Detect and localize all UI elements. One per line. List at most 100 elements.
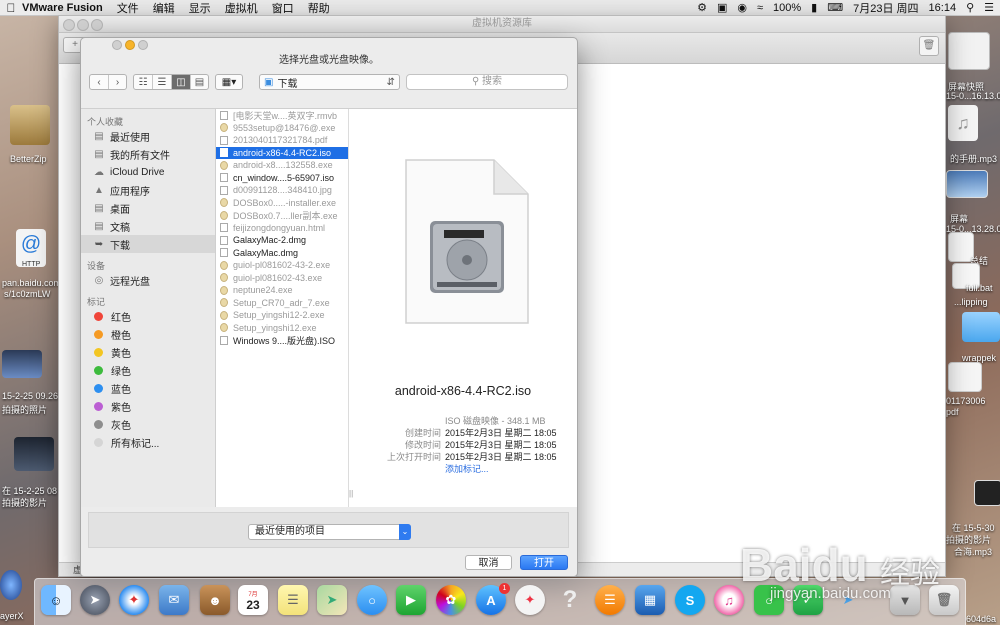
screenshot2-thumbnail-icon[interactable] — [946, 170, 988, 198]
file-row[interactable]: feijizongdongyuan.html — [216, 222, 348, 235]
sidebar-item-tag-gray[interactable]: 灰色 — [81, 415, 215, 433]
ibooks-icon[interactable]: ☰ — [595, 585, 625, 615]
menu-app-name[interactable]: VMware Fusion — [22, 2, 103, 14]
sidebar-item-tag-purple[interactable]: 紫色 — [81, 397, 215, 415]
sidebar-item-all-tags[interactable]: 所有标记... — [81, 433, 215, 451]
sidebar-item-all-files[interactable]: ▤ 我的所有文件 — [81, 145, 215, 163]
file-row[interactable]: guiol-pl081602-43-2.exe — [216, 259, 348, 272]
file-row[interactable]: GalaxyMac-2.dmg — [216, 234, 348, 247]
sidebar-item-recents[interactable]: ▤ 最近使用 — [81, 127, 215, 145]
file-row[interactable]: GalaxyMac.dmg — [216, 247, 348, 260]
back-arrow-icon[interactable]: ‹ — [90, 75, 109, 89]
notes-icon[interactable]: ☰ — [278, 585, 308, 615]
location-popup[interactable]: ▣ 下载 ⇵ — [259, 74, 400, 90]
screen-icon[interactable]: ▣ — [717, 1, 727, 14]
sidebar-item-downloads[interactable]: ➥ 下载 — [81, 235, 215, 253]
cancel-button[interactable]: 取消 — [465, 555, 512, 570]
vmware-status-icon[interactable]: ⚙ — [697, 1, 707, 14]
menu-view[interactable]: 显示 — [189, 0, 211, 16]
spotlight-icon[interactable]: ⚲ — [966, 1, 974, 14]
facetime-icon[interactable]: ▶ — [396, 585, 426, 615]
column-view-icon[interactable]: ◫ — [171, 75, 191, 89]
menu-edit[interactable]: 编辑 — [153, 0, 175, 16]
coverflow-view-icon[interactable]: ▤ — [191, 75, 208, 89]
playerx-icon[interactable] — [0, 570, 22, 600]
list-view-icon[interactable]: ☰ — [153, 75, 172, 89]
movie2-thumbnail-icon[interactable] — [974, 480, 1000, 506]
help-icon[interactable]: ? — [555, 585, 585, 615]
photo-thumbnail-icon[interactable] — [2, 350, 42, 378]
close-icon[interactable] — [112, 40, 122, 50]
movie-thumbnail-icon[interactable] — [14, 437, 54, 471]
file-row[interactable]: Setup_CR70_adr_7.exe — [216, 297, 348, 310]
safari-bird-icon[interactable]: ✦ — [515, 585, 545, 615]
photos-icon[interactable]: ✿ — [436, 585, 466, 615]
sidebar-item-applications[interactable]: ▲ 应用程序 — [81, 181, 215, 199]
folder-icon[interactable] — [962, 312, 1000, 342]
sidebar-item-tag-yellow[interactable]: 黄色 — [81, 343, 215, 361]
calendar-icon[interactable]: 7月 23 — [238, 585, 268, 615]
qq-icon[interactable]: ◉ — [737, 1, 747, 14]
file-row[interactable]: Setup_yingshi12-2.exe — [216, 309, 348, 322]
file-row[interactable]: d00991128....348410.jpg — [216, 184, 348, 197]
menu-file[interactable]: 文件 — [117, 0, 139, 16]
file-row[interactable]: DOSBox0.....-installer.exe — [216, 197, 348, 210]
screenshot-thumbnail-icon[interactable] — [948, 32, 990, 70]
minimize-icon[interactable] — [77, 19, 89, 31]
arrange-button[interactable]: ▦▾ — [215, 74, 243, 90]
sidebar-item-icloud[interactable]: ☁ iCloud Drive — [81, 163, 215, 181]
launchpad-icon[interactable]: ➤ — [80, 585, 110, 615]
sidebar-item-tag-red[interactable]: 红色 — [81, 307, 215, 325]
menu-window[interactable]: 窗口 — [272, 0, 294, 16]
file-row[interactable]: DOSBox0.7....ller副本.exe — [216, 209, 348, 222]
finder-icon[interactable]: ☺ — [41, 585, 71, 615]
music-file-icon[interactable]: ♫ — [948, 105, 978, 141]
input-method-icon[interactable]: ⌨ — [827, 1, 843, 14]
sidebar-item-tag-orange[interactable]: 橙色 — [81, 325, 215, 343]
zoom-icon[interactable] — [91, 19, 103, 31]
sidebar-item-tag-green[interactable]: 绿色 — [81, 361, 215, 379]
minimize-icon[interactable] — [125, 40, 135, 50]
pdf-thumbnail-icon[interactable] — [948, 362, 982, 392]
recent-items-select[interactable]: 最近使用的项目 ⌄ — [248, 524, 411, 540]
file-row[interactable]: android-x8....132558.exe — [216, 159, 348, 172]
notification-icon[interactable]: ☰ — [984, 1, 994, 14]
sidebar-item-remote-disc[interactable]: ◎ 远程光盘 — [81, 271, 215, 289]
file-row[interactable]: guiol-pl081602-43.exe — [216, 272, 348, 285]
menu-vm[interactable]: 虚拟机 — [225, 0, 258, 16]
forward-arrow-icon[interactable]: › — [109, 75, 126, 89]
battery-icon[interactable]: ▮ — [811, 1, 817, 14]
contacts-icon[interactable]: ☻ — [200, 585, 230, 615]
apple-icon[interactable]:  — [0, 1, 22, 15]
wifi-icon[interactable]: ≈ — [757, 2, 763, 14]
vmware-windows-icon[interactable]: ▦ — [635, 585, 665, 615]
safari-icon[interactable]: ✦ — [119, 585, 149, 615]
clock-date[interactable]: 7月23日 周四 — [853, 0, 918, 16]
file-row-selected[interactable]: android-x86-4.4-RC2.iso — [216, 146, 348, 159]
file-row[interactable]: cn_window....5-65907.iso — [216, 172, 348, 185]
add-tags-link[interactable]: 添加标记... — [445, 462, 489, 475]
open-button[interactable]: 打开 — [520, 555, 568, 570]
menu-help[interactable]: 帮助 — [308, 0, 330, 16]
sidebar-item-tag-blue[interactable]: 蓝色 — [81, 379, 215, 397]
sidebar-item-desktop[interactable]: ▤ 桌面 — [81, 199, 215, 217]
file-row[interactable]: Setup_yingshi12.exe — [216, 322, 348, 335]
file-row[interactable]: Windows 9....版光盘).ISO — [216, 334, 348, 347]
sidebar-item-documents[interactable]: ▤ 文稿 — [81, 217, 215, 235]
clock-time[interactable]: 16:14 — [929, 2, 957, 14]
file-row[interactable]: 9553setup@18476@.exe — [216, 122, 348, 135]
maps-icon[interactable]: ➤ — [317, 585, 347, 615]
betterzip-icon[interactable] — [10, 105, 50, 145]
close-icon[interactable] — [63, 19, 75, 31]
icon-view-icon[interactable]: ☷ — [134, 75, 153, 89]
file-row[interactable]: neptune24.exe — [216, 284, 348, 297]
skype-icon[interactable]: S — [675, 585, 705, 615]
trash-icon[interactable]: 🗑 — [919, 36, 939, 56]
battery-percent[interactable]: 100% — [773, 2, 801, 14]
messages-icon[interactable]: ○ — [357, 585, 387, 615]
file-row[interactable]: 2013040117321784.pdf — [216, 134, 348, 147]
search-input[interactable]: ⚲ 搜索 — [406, 74, 568, 90]
mail-icon[interactable]: ✉ — [159, 585, 189, 615]
file-row[interactable]: [电影天堂w....英双字.rmvb — [216, 109, 348, 122]
zoom-icon[interactable] — [138, 40, 148, 50]
